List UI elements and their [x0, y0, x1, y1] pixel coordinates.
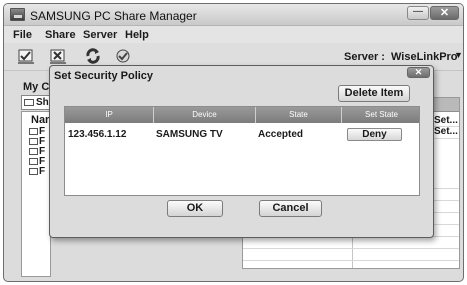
menu-bar: File Share Server Help [4, 26, 463, 43]
folder-icon [29, 137, 38, 145]
close-window-button[interactable]: ✕ [430, 6, 459, 20]
column-header-ip[interactable]: IP [65, 110, 153, 119]
set-folder-icon[interactable] [17, 47, 37, 65]
minimize-button[interactable]: — [407, 6, 429, 20]
app-icon [10, 8, 25, 21]
column-header-state[interactable]: State [256, 110, 341, 119]
folder-icon [29, 157, 38, 165]
window-title: SAMSUNG PC Share Manager [30, 9, 197, 23]
folder-icon [29, 167, 38, 175]
deny-button[interactable]: Deny [347, 128, 402, 141]
folder-combo[interactable]: Sh [21, 95, 51, 110]
server-select[interactable]: WiseLinkPro [391, 51, 458, 63]
apply-icon[interactable] [113, 47, 133, 65]
main-window: SAMSUNG PC Share Manager — ✕ File Share … [3, 3, 464, 282]
menu-file[interactable]: File [13, 29, 32, 41]
cancel-folder-icon[interactable] [49, 47, 69, 65]
table-header: IP Device State Set State [65, 107, 419, 123]
cancel-button[interactable]: Cancel [259, 200, 322, 217]
cell-device: SAMSUNG TV [156, 129, 223, 140]
grid-cell[interactable]: Set... [434, 115, 458, 126]
cell-ip: 123.456.1.12 [68, 129, 127, 140]
menu-help[interactable]: Help [125, 29, 149, 41]
security-table: IP Device State Set State 123.456.1.12 S… [64, 106, 420, 196]
name-column-header[interactable]: Nar [31, 114, 49, 126]
close-dialog-button[interactable]: ✕ [407, 67, 430, 78]
folder-combo-text: Sh [36, 97, 49, 108]
menu-server[interactable]: Server [83, 29, 117, 41]
cell-state: Accepted [258, 129, 304, 140]
title-bar[interactable]: SAMSUNG PC Share Manager — ✕ [4, 4, 463, 26]
folder-icon [29, 147, 38, 155]
grid-cell[interactable]: Set... [434, 126, 458, 137]
ok-button[interactable]: OK [167, 200, 223, 217]
refresh-icon[interactable] [83, 47, 103, 65]
menu-share[interactable]: Share [45, 29, 76, 41]
delete-item-button[interactable]: Delete Item [338, 85, 410, 102]
list-item[interactable]: F [29, 166, 45, 177]
dialog-title: Set Security Policy [54, 70, 154, 82]
security-policy-dialog: Set Security Policy ✕ Delete Item IP Dev… [49, 65, 434, 238]
column-header-set-state[interactable]: Set State [342, 110, 421, 119]
server-label: Server : [344, 51, 385, 63]
column-header-device[interactable]: Device [154, 110, 255, 119]
folder-icon [29, 127, 38, 135]
chevron-down-icon[interactable]: ▼ [454, 50, 463, 60]
folder-icon [24, 99, 34, 106]
